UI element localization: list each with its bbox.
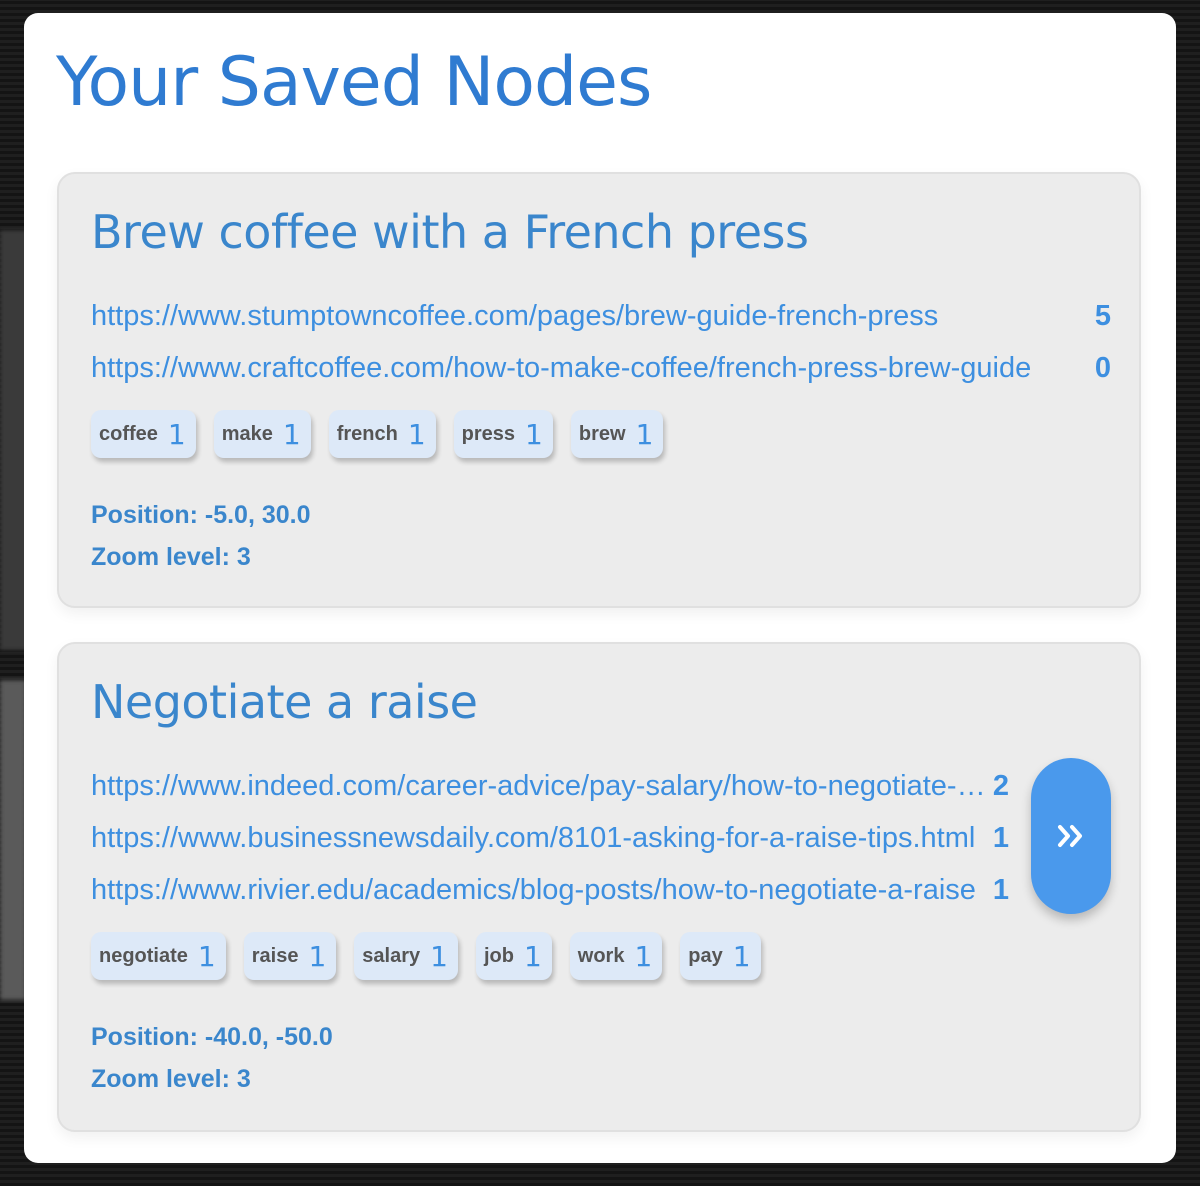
double-chevron-right-icon	[1058, 825, 1082, 847]
node-card[interactable]: Brew coffee with a French press https://…	[57, 172, 1141, 608]
url-count: 0	[1094, 351, 1111, 384]
keyword-count: 1	[167, 417, 186, 451]
keyword-chip[interactable]: french 1	[328, 410, 436, 458]
keyword-chip[interactable]: salary 1	[354, 932, 458, 980]
keyword-label: raise	[251, 944, 299, 967]
zoom-readout: Zoom level: 3	[91, 1065, 251, 1093]
keyword-chip[interactable]: raise 1	[243, 932, 337, 980]
keyword-count: 1	[282, 417, 301, 451]
node-meta: Position: -40.0, -50.0 Zoom level: 3	[91, 1016, 333, 1100]
url-row: https://www.indeed.com/career-advice/pay…	[91, 760, 1009, 812]
keyword-count: 1	[523, 939, 542, 973]
keyword-label: make	[221, 422, 273, 445]
url-list: https://www.indeed.com/career-advice/pay…	[91, 760, 1009, 916]
keyword-label: pay	[688, 944, 723, 967]
keyword-label: negotiate	[99, 944, 188, 967]
keyword-list: negotiate 1 raise 1 salary 1 job 1 work …	[91, 932, 761, 980]
keyword-chip[interactable]: pay 1	[680, 932, 761, 980]
url-row: https://www.craftcoffee.com/how-to-make-…	[91, 342, 1111, 394]
url-count: 1	[992, 873, 1009, 906]
keyword-count: 1	[732, 939, 751, 973]
url-link[interactable]: https://www.stumptowncoffee.com/pages/br…	[91, 300, 1083, 333]
keyword-list: coffee 1 make 1 french 1 press 1 brew 1	[91, 410, 664, 458]
url-count: 5	[1094, 299, 1111, 332]
url-row: https://www.businessnewsdaily.com/8101-a…	[91, 812, 1009, 864]
url-link[interactable]: https://www.rivier.edu/academics/blog-po…	[91, 874, 987, 907]
keyword-count: 1	[308, 939, 327, 973]
url-row: https://www.rivier.edu/academics/blog-po…	[91, 864, 1009, 916]
keyword-chip[interactable]: negotiate 1	[91, 932, 226, 980]
keyword-chip[interactable]: coffee 1	[91, 410, 196, 458]
background-panel	[0, 680, 26, 1000]
node-title: Negotiate a raise	[91, 675, 478, 729]
keyword-chip[interactable]: press 1	[453, 410, 553, 458]
url-count: 1	[992, 821, 1009, 854]
node-title: Brew coffee with a French press	[91, 205, 809, 259]
url-row: https://www.stumptowncoffee.com/pages/br…	[91, 290, 1111, 342]
keyword-count: 1	[197, 939, 216, 973]
node-meta: Position: -5.0, 30.0 Zoom level: 3	[91, 494, 311, 578]
keyword-label: coffee	[99, 422, 158, 445]
keyword-label: brew	[578, 422, 626, 445]
zoom-readout: Zoom level: 3	[91, 543, 251, 571]
url-link[interactable]: https://www.indeed.com/career-advice/pay…	[91, 770, 987, 803]
keyword-label: job	[483, 944, 514, 967]
position-readout: Position: -40.0, -50.0	[91, 1023, 333, 1051]
open-node-button[interactable]	[1031, 758, 1111, 914]
url-list: https://www.stumptowncoffee.com/pages/br…	[91, 290, 1111, 394]
keyword-count: 1	[407, 417, 426, 451]
keyword-chip[interactable]: make 1	[213, 410, 311, 458]
keyword-count: 1	[635, 417, 654, 451]
url-count: 2	[992, 769, 1009, 802]
url-link[interactable]: https://www.businessnewsdaily.com/8101-a…	[91, 822, 987, 855]
modal-title: Your Saved Nodes	[56, 43, 652, 122]
keyword-chip[interactable]: work 1	[569, 932, 663, 980]
keyword-label: work	[577, 944, 625, 967]
keyword-count: 1	[634, 939, 653, 973]
keyword-label: salary	[362, 944, 421, 967]
keyword-label: press	[461, 422, 516, 445]
keyword-chip[interactable]: brew 1	[570, 410, 664, 458]
saved-nodes-modal: Your Saved Nodes Brew coffee with a Fren…	[24, 13, 1176, 1163]
keyword-count: 1	[525, 417, 543, 451]
node-card[interactable]: Negotiate a raise https://www.indeed.com…	[57, 642, 1141, 1132]
url-link[interactable]: https://www.craftcoffee.com/how-to-make-…	[91, 352, 1083, 385]
keyword-count: 1	[430, 939, 448, 973]
keyword-label: french	[336, 422, 398, 445]
keyword-chip[interactable]: job 1	[475, 932, 552, 980]
position-readout: Position: -5.0, 30.0	[91, 501, 311, 529]
